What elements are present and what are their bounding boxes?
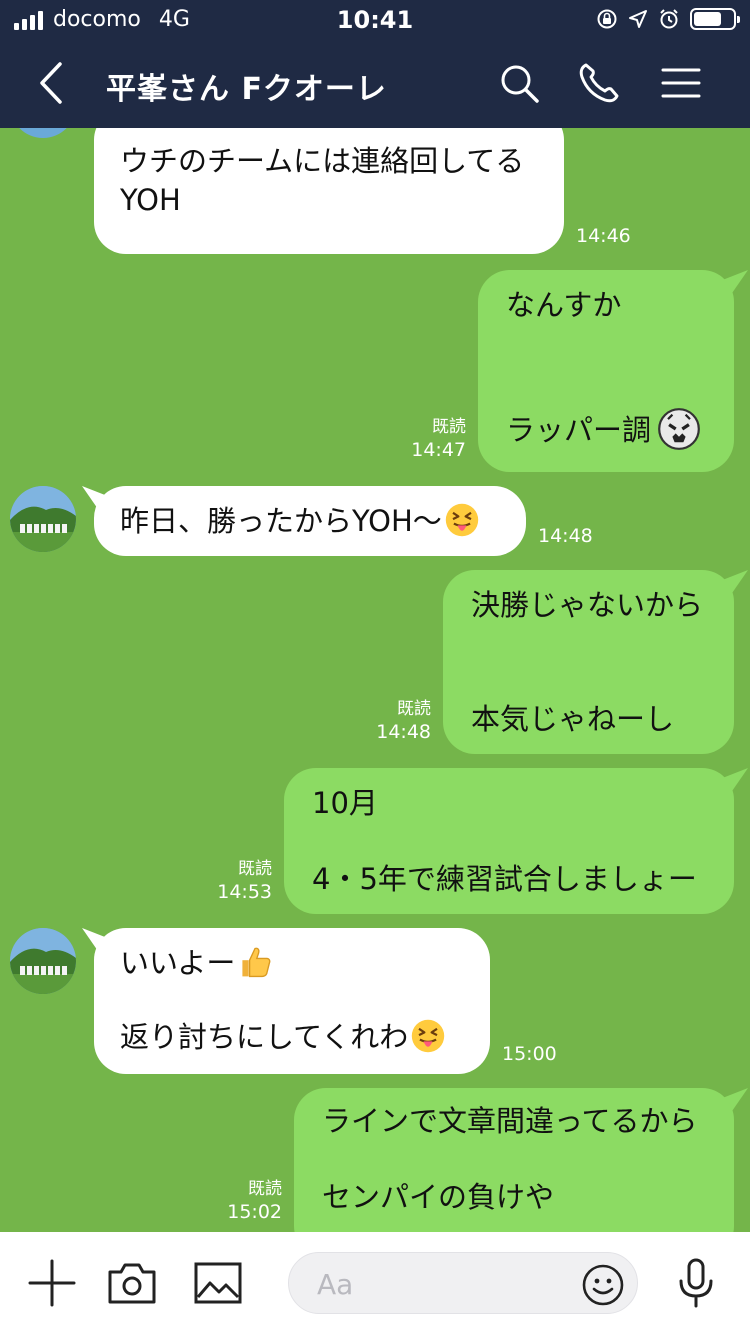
message-text: 10月 xyxy=(312,786,378,820)
message-text: 決勝じゃないから xyxy=(471,588,704,622)
image-icon[interactable] xyxy=(192,1257,244,1309)
message-time: 14:46 xyxy=(576,225,631,247)
microphone-icon[interactable] xyxy=(670,1257,722,1309)
message-text: ラインで文章間違ってるから xyxy=(322,1104,698,1138)
location-icon xyxy=(629,10,647,28)
message-text: いいよー xyxy=(120,946,236,980)
team-photo-icon xyxy=(10,928,76,994)
status-bar: docomo 4G 10:41 xyxy=(0,0,750,40)
message-line-with-sticker: ラッパー調 xyxy=(506,408,701,454)
message-text: ラッパー調 xyxy=(506,413,652,447)
search-icon[interactable] xyxy=(496,60,542,106)
message-time: 14:47 xyxy=(411,439,466,461)
message-line-with-emoji: 昨日、勝ったからYOH〜 xyxy=(120,502,480,541)
message-text: 4・5年で練習試合しましょー xyxy=(312,862,697,896)
phone-icon[interactable] xyxy=(576,60,622,106)
rotation-lock-icon xyxy=(597,9,617,29)
read-receipt: 既読 xyxy=(248,1179,282,1199)
message-time: 14:53 xyxy=(217,881,272,903)
message-line-with-emoji: いいよー xyxy=(120,944,273,983)
avatar[interactable] xyxy=(10,486,76,552)
input-placeholder: Aa xyxy=(317,1268,354,1301)
chat-title: 平峯さん Fクオーレ xyxy=(106,72,387,107)
message-meta: 既読 14:48 xyxy=(376,698,431,744)
message-bubble-outgoing[interactable]: なんすか ラッパー調 xyxy=(478,270,734,472)
message-text: なんすか xyxy=(506,288,622,322)
team-photo-icon xyxy=(10,486,76,552)
message-text: 本気じゃねーし xyxy=(471,702,675,736)
skull-emoji-icon xyxy=(658,408,700,450)
message-time: 14:48 xyxy=(376,721,431,743)
camera-icon[interactable] xyxy=(106,1257,158,1309)
avatar[interactable] xyxy=(10,928,76,994)
message-meta: 既読 15:02 xyxy=(227,1178,282,1224)
message-bubble-incoming[interactable]: いいよー 返り討ちにしてくれわ xyxy=(94,928,490,1074)
status-right xyxy=(596,8,740,30)
message-bubble-incoming[interactable]: 昨日、勝ったからYOH〜 xyxy=(94,486,526,556)
message-bubble-outgoing[interactable]: ラインで文章間違ってるから センパイの負けや xyxy=(294,1088,734,1232)
message-meta: 既読 14:47 xyxy=(411,416,466,462)
thumbs-up-emoji-icon xyxy=(242,947,271,978)
plus-icon[interactable] xyxy=(26,1257,78,1309)
message-text: YOH xyxy=(120,183,181,217)
message-line-with-emoji: 返り討ちにしてくれわ xyxy=(120,1018,446,1057)
battery-icon xyxy=(690,8,740,30)
message-time: 14:48 xyxy=(538,525,593,547)
message-bubble-outgoing[interactable]: 10月 4・5年で練習試合しましょー xyxy=(284,768,734,914)
avatar[interactable] xyxy=(10,128,76,138)
tongue-out-emoji-icon xyxy=(412,1019,445,1053)
battery-level xyxy=(694,12,721,26)
message-text: センパイの負けや xyxy=(322,1180,555,1214)
menu-icon[interactable] xyxy=(658,60,704,106)
message-text: 昨日、勝ったからYOH〜 xyxy=(120,504,442,538)
back-button[interactable] xyxy=(28,58,78,108)
message-input[interactable]: Aa xyxy=(288,1252,638,1314)
chat-header: 平峯さん Fクオーレ xyxy=(0,40,750,128)
message-text: ウチのチームには連絡回してる xyxy=(120,144,525,178)
smiley-icon[interactable] xyxy=(581,1263,625,1307)
message-bubble-outgoing[interactable]: 決勝じゃないから 本気じゃねーし xyxy=(443,570,734,754)
alarm-icon xyxy=(660,9,678,29)
read-receipt: 既読 xyxy=(432,417,466,437)
read-receipt: 既読 xyxy=(238,859,272,879)
read-receipt: 既読 xyxy=(397,699,431,719)
tongue-out-emoji-icon xyxy=(445,503,478,537)
message-bubble-incoming[interactable]: ウチのチームには連絡回してる YOH xyxy=(94,128,564,254)
chat-area[interactable]: ウチのチームには連絡回してる YOH 14:46 なんすか ラッパー調 既読 1… xyxy=(0,128,750,1232)
message-meta: 既読 14:53 xyxy=(217,858,272,904)
message-text: 返り討ちにしてくれわ xyxy=(120,1020,409,1054)
input-bar: Aa xyxy=(0,1232,750,1334)
message-time: 15:00 xyxy=(502,1043,557,1065)
message-time: 15:02 xyxy=(227,1201,282,1223)
